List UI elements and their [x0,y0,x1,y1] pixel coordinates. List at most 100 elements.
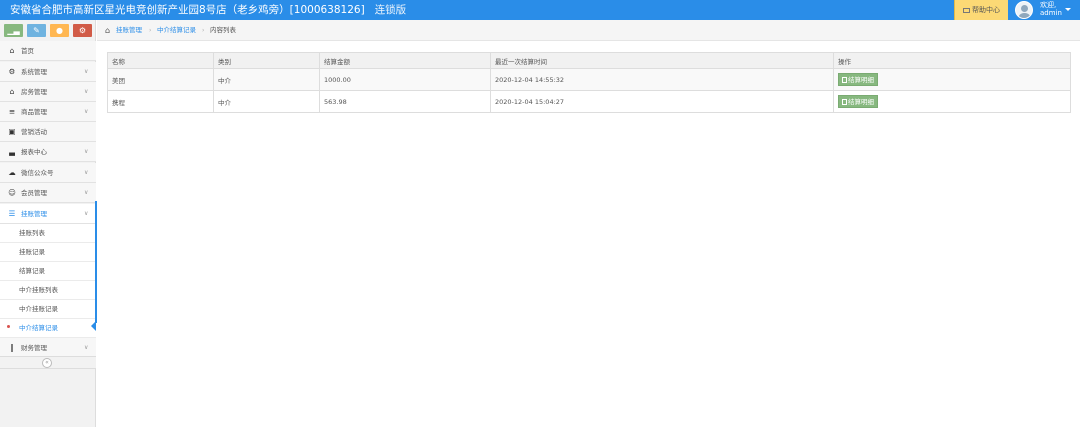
chevron-down-icon: ∨ [84,88,89,95]
cell-action: 结算明细 [833,90,1071,113]
settlement-table: 名称 类别 结算金额 最近一次结算时间 操作 美团 中介 1000.00 202… [107,52,1071,113]
sidebar-collapse-bar: « [0,356,96,369]
table-header-row: 名称 类别 结算金额 最近一次结算时间 操作 [107,52,1071,69]
laptop-icon [963,8,970,13]
sidebar-item-label: 房务管理 [21,88,47,96]
sidebar-item-label: 会员管理 [21,189,47,197]
username: admin [1040,9,1062,17]
table-row: 携程 中介 563.98 2020-12-04 15:04:27 结算明细 [107,90,1071,113]
sub-item-label: 中介结算记录 [19,324,58,332]
sidebar-item-reports[interactable]: ▃ 报表中心 ∨ [0,142,96,162]
button-label: 结算明细 [848,76,874,84]
column-header-type: 类别 [213,52,320,69]
sub-item-label: 中介挂账列表 [19,286,58,294]
caret-down-icon [1065,8,1071,11]
column-header-time: 最近一次结算时间 [490,52,834,69]
column-header-action: 操作 [833,52,1071,69]
column-header-name: 名称 [107,52,214,69]
group-icon: ☺ [8,188,16,197]
list-icon: ☰ [8,209,16,218]
active-indicator [95,201,97,323]
sidebar-item-marketing[interactable]: ▣ 营销活动 [0,122,96,142]
user-menu[interactable]: 欢迎, admin [1012,0,1080,20]
sidebar-item-label: 挂账管理 [21,210,47,218]
home-icon: ⌂ [9,46,15,55]
breadcrumb-separator: › [202,27,205,34]
sub-item-label: 挂账列表 [19,229,45,237]
chevron-down-icon: ∨ [84,68,89,75]
settlement-detail-button[interactable]: 结算明细 [838,73,878,86]
breadcrumb-level3: 内容列表 [210,26,236,34]
cell-amount: 563.98 [319,90,491,113]
sidebar-item-label: 营销活动 [21,128,47,136]
cell-amount: 1000.00 [319,68,491,91]
chevron-down-icon: ∨ [84,169,89,176]
sub-item-label: 结算记录 [19,267,45,275]
gift-icon: ▣ [8,127,16,136]
welcome-text: 欢迎, [1040,1,1057,9]
sub-item-agent-credit-records[interactable]: 中介挂账记录 [0,300,96,319]
breadcrumb-level2[interactable]: 中介结算记录 [157,20,196,41]
settlement-detail-button[interactable]: 结算明细 [838,95,878,108]
breadcrumb-level1[interactable]: 挂账管理 [116,20,142,41]
sidebar: ▁▃ ✎ ● ⚙ ⌂ 首页 ⚙ 系统管理 ∨ ⌂ 房务管理 ∨ ≡ 商品管理 ∨ ▣ 营销活动 … [0,20,96,427]
store-title: 安徽省合肥市高新区星光电竞创新产业园8号店（老乡鸡旁）[1000638126] 连… [10,3,406,17]
sub-item-credit-records[interactable]: 挂账记录 [0,243,96,262]
pencil-icon[interactable]: ✎ [27,24,46,37]
chevron-down-icon: ∨ [84,210,89,217]
cell-name: 携程 [107,90,214,113]
sub-item-label: 挂账记录 [19,248,45,256]
active-arrow-icon [91,321,96,331]
button-label: 结算明细 [848,98,874,106]
shortcut-bar: ▁▃ ✎ ● ⚙ [0,20,95,42]
cell-name: 美团 [107,68,214,91]
home-icon[interactable]: ⌂ [105,20,110,41]
edit-icon [842,77,847,83]
sub-item-agent-settlement-records[interactable]: 中介结算记录 [0,319,96,338]
sidebar-item-members[interactable]: ☺ 会员管理 ∨ [0,183,96,203]
breadcrumb: ⌂ 挂账管理 › 中介结算记录 › 内容列表 [97,20,1080,41]
chevron-down-icon: ∨ [84,344,89,351]
cell-type: 中介 [213,68,320,91]
bar-chart-icon: ▃ [9,147,15,156]
cell-time: 2020-12-04 15:04:27 [490,90,834,113]
users-icon[interactable]: ● [50,24,69,37]
settings-icon[interactable]: ⚙ [73,24,92,37]
chevron-down-icon: ∨ [84,189,89,196]
breadcrumb-separator: › [149,27,152,34]
sub-item-agent-credit-list[interactable]: 中介挂账列表 [0,281,96,300]
cell-action: 结算明细 [833,68,1071,91]
top-navbar: 安徽省合肥市高新区星光电竞创新产业园8号店（老乡鸡旁）[1000638126] 连… [0,0,1080,20]
sidebar-item-system[interactable]: ⚙ 系统管理 ∨ [0,62,96,82]
table-row: 美团 中介 1000.00 2020-12-04 14:55:32 结算明细 [107,68,1071,91]
database-icon: ≡ [8,107,16,116]
gear-icon: ⚙ [8,67,16,76]
store-name: 安徽省合肥市高新区星光电竞创新产业园8号店（老乡鸡旁）[1000638126] [10,4,365,16]
sidebar-item-wechat[interactable]: ☁ 微信公众号 ∨ [0,163,96,183]
sub-item-credit-list[interactable]: 挂账列表 [0,224,96,243]
edition-label: 连锁版 [374,4,407,16]
edit-icon [842,99,847,105]
sidebar-item-label: 报表中心 [21,148,47,156]
collapse-sidebar-icon[interactable]: « [42,358,52,368]
cell-type: 中介 [213,90,320,113]
bank-icon: ⌂ [9,87,15,96]
sidebar-item-finance[interactable]: ‖ 财务管理 ∨ [0,338,96,358]
active-dot-icon [7,325,10,328]
help-center-button[interactable]: 帮助中心 [954,0,1008,20]
sidebar-item-label: 商品管理 [21,108,47,116]
sub-item-settlement-records[interactable]: 结算记录 [0,262,96,281]
cloud-icon: ☁ [8,168,16,177]
avatar [1015,1,1033,19]
sidebar-item-label: 微信公众号 [21,169,54,177]
sidebar-item-credit[interactable]: ☰ 挂账管理 ∨ [0,204,96,224]
cell-time: 2020-12-04 14:55:32 [490,68,834,91]
sidebar-item-rooms[interactable]: ⌂ 房务管理 ∨ [0,82,96,102]
column-header-amount: 结算金额 [319,52,491,69]
chart-icon[interactable]: ▁▃ [4,24,23,37]
help-center-label: 帮助中心 [972,6,1000,14]
sidebar-item-goods[interactable]: ≡ 商品管理 ∨ [0,102,96,122]
sidebar-item-home[interactable]: ⌂ 首页 [0,41,96,61]
sidebar-item-label: 系统管理 [21,68,47,76]
cutlery-icon: ‖ [10,343,14,352]
